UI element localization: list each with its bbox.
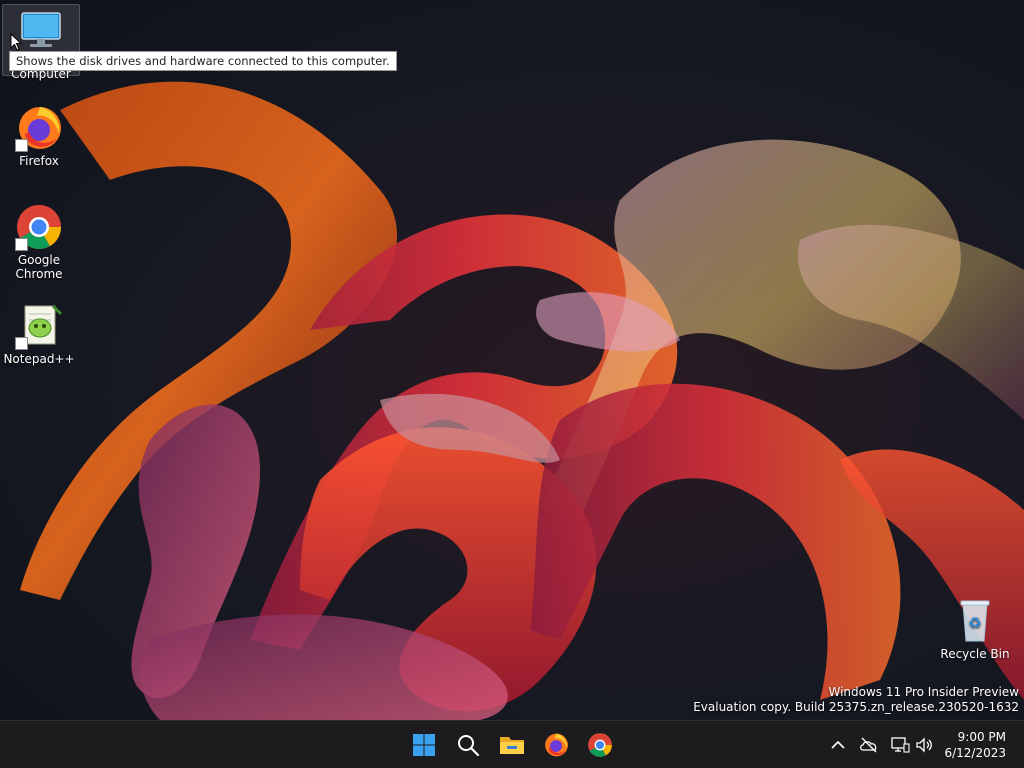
- taskbar: 9:00 PM 6/12/2023: [0, 720, 1024, 768]
- desktop-icon-recycle-bin[interactable]: ♻ Recycle Bin: [937, 597, 1013, 661]
- network-off-icon: [860, 737, 877, 753]
- shortcut-arrow-icon: [15, 238, 28, 251]
- chevron-up-icon: [831, 740, 845, 749]
- monitor-icon: [17, 11, 65, 51]
- taskbar-firefox-button[interactable]: [536, 725, 576, 765]
- desktop-icon-google-chrome[interactable]: Google Chrome: [1, 203, 77, 281]
- display-network-icon: [891, 737, 910, 753]
- desktop-icon-firefox[interactable]: Firefox: [1, 104, 77, 168]
- chrome-icon: [15, 203, 63, 251]
- search-button[interactable]: [448, 725, 488, 765]
- search-icon: [458, 735, 480, 757]
- network-button[interactable]: [890, 735, 910, 755]
- start-button[interactable]: [404, 725, 444, 765]
- start-icon: [413, 734, 435, 756]
- show-hidden-icons-button[interactable]: [828, 735, 848, 755]
- volume-button[interactable]: [914, 735, 934, 755]
- watermark-line1: Windows 11 Pro Insider Preview: [828, 685, 1019, 699]
- svg-text:♻: ♻: [968, 614, 981, 632]
- clock-date: 6/12/2023: [944, 746, 1006, 760]
- desktop-icon-label: Recycle Bin: [940, 647, 1010, 661]
- watermark-line2: Evaluation copy. Build 25375.zn_release.…: [693, 700, 1019, 714]
- evaluation-watermark: Windows 11 Pro Insider Preview Evaluatio…: [693, 685, 1019, 715]
- file-explorer-icon: [500, 737, 524, 754]
- tooltip: Shows the disk drives and hardware conne…: [9, 51, 397, 71]
- onedrive-status-button[interactable]: [859, 735, 879, 755]
- taskbar-chrome-button[interactable]: [580, 725, 620, 765]
- file-explorer-button[interactable]: [492, 725, 532, 765]
- firefox-icon: [545, 733, 568, 757]
- desktop[interactable]: My Computer Firefox Google: [0, 0, 1024, 720]
- volume-icon: [916, 737, 932, 753]
- desktop-icon-label: Google Chrome: [15, 253, 63, 281]
- recycle-bin-icon: ♻: [951, 597, 999, 645]
- desktop-icon-label: Notepad++: [3, 352, 75, 366]
- mouse-cursor-icon: [10, 33, 22, 51]
- desktop-icon-label: Firefox: [19, 154, 59, 168]
- clock-time: 9:00 PM: [957, 730, 1006, 744]
- shortcut-arrow-icon: [15, 139, 28, 152]
- firefox-icon: [15, 104, 63, 152]
- clock[interactable]: 9:00 PM 6/12/2023: [944, 729, 1006, 761]
- wallpaper: [20, 81, 1024, 720]
- notepad-plus-plus-icon: [15, 302, 63, 350]
- shortcut-arrow-icon: [15, 337, 28, 350]
- chrome-icon: [588, 733, 612, 757]
- desktop-icon-notepad-plus-plus[interactable]: Notepad++: [1, 302, 77, 366]
